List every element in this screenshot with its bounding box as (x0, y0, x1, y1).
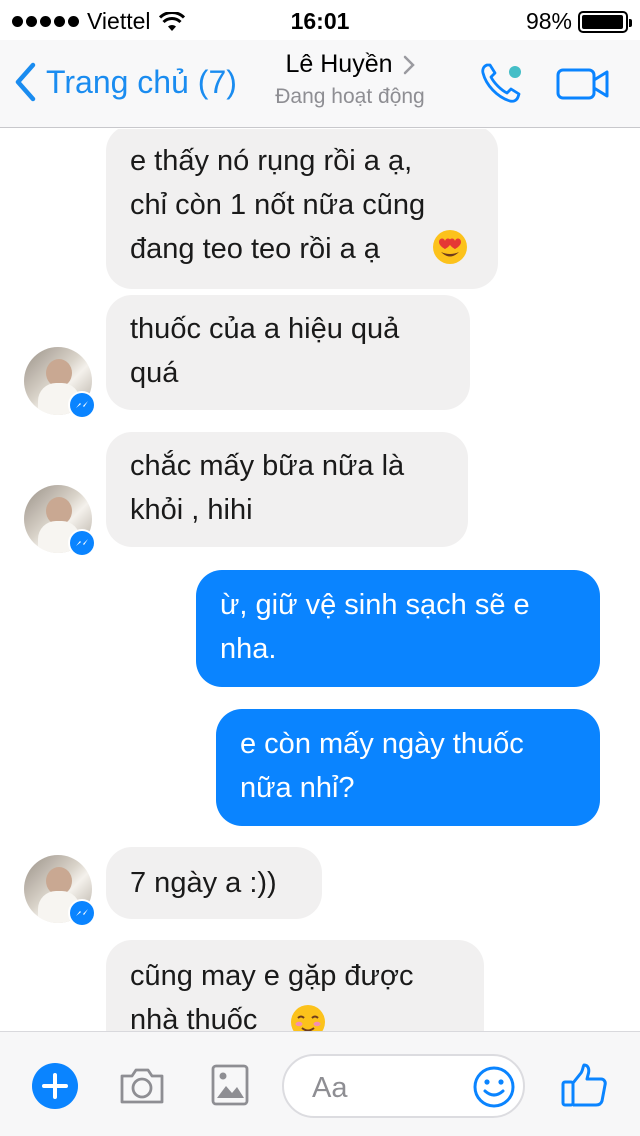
contact-name: Lê Huyền (285, 50, 393, 78)
battery-percent: 98% (525, 8, 572, 34)
status-bar: Viettel 16:01 98% (0, 0, 640, 40)
call-button[interactable] (478, 60, 524, 111)
back-button[interactable]: Trang chủ (7) (14, 62, 237, 102)
thumbs-up-icon (561, 1063, 607, 1107)
photo-icon (211, 1064, 249, 1106)
status-right: 98% (525, 8, 632, 35)
message-input[interactable] (312, 1070, 462, 1106)
message-text: ừ, giữ vệ sinh sạch sẽ e nha. (220, 589, 530, 665)
contact-avatar[interactable] (24, 347, 96, 419)
composer-bar (0, 1031, 640, 1136)
message-bubble-incoming[interactable]: e thấy nó rụng rồi a ạ, chỉ còn 1 nốt nữ… (106, 129, 498, 289)
gallery-button[interactable] (211, 1064, 249, 1111)
contact-status: Đang hoạt động (275, 85, 425, 108)
messenger-icon (68, 899, 96, 927)
messenger-icon (68, 529, 96, 557)
message-bubble-incoming[interactable]: cũng may e gặp được nhà thuốc (106, 940, 484, 1031)
chevron-left-icon (15, 62, 36, 102)
more-actions-button[interactable] (32, 1063, 78, 1109)
back-label: Trang chủ (7) (46, 63, 237, 100)
messenger-icon (68, 391, 96, 419)
video-camera-icon (556, 68, 609, 100)
video-call-button[interactable] (556, 68, 610, 105)
contact-avatar[interactable] (24, 855, 96, 927)
battery-icon (578, 10, 632, 33)
message-list[interactable]: e thấy nó rụng rồi a ạ, chỉ còn 1 nốt nữ… (0, 129, 640, 1031)
camera-icon (120, 1068, 164, 1104)
contact-title[interactable]: Lê Huyền Đang hoạt động (250, 50, 450, 109)
heart-eyes-emoji-icon (433, 230, 467, 264)
message-bubble-incoming[interactable]: 7 ngày a :)) (106, 847, 322, 919)
chevron-right-icon (403, 55, 415, 74)
message-text: e thấy nó rụng rồi a ạ, chỉ còn 1 nốt nữ… (130, 145, 426, 265)
blush-emoji-icon (291, 1005, 325, 1031)
contact-avatar[interactable] (24, 485, 96, 557)
message-bubble-outgoing[interactable]: e còn mấy ngày thuốc nữa nhỉ? (216, 709, 600, 826)
emoji-button[interactable] (472, 1065, 516, 1114)
message-text: chắc mấy bữa nữa là khỏi , hihi (130, 450, 405, 526)
message-text: cũng may e gặp được nhà thuốc (130, 960, 414, 1031)
message-bubble-incoming[interactable]: chắc mấy bữa nữa là khỏi , hihi (106, 432, 468, 547)
conversation-header: Trang chủ (7) Lê Huyền Đang hoạt động (0, 40, 640, 128)
camera-button[interactable] (118, 1066, 166, 1111)
battery-fill (582, 14, 624, 29)
message-bubble-outgoing[interactable]: ừ, giữ vệ sinh sạch sẽ e nha. (196, 570, 600, 687)
message-input-container[interactable] (282, 1054, 525, 1118)
plus-icon (42, 1073, 68, 1099)
like-button[interactable] (560, 1062, 608, 1113)
message-bubble-incoming[interactable]: thuốc của a hiệu quả quá (106, 295, 470, 410)
smiley-icon (473, 1066, 515, 1108)
message-text: e còn mấy ngày thuốc nữa nhỉ? (240, 728, 524, 804)
phone-icon (481, 63, 521, 103)
message-text: thuốc của a hiệu quả quá (130, 313, 400, 389)
message-text: 7 ngày a :)) (130, 867, 277, 899)
